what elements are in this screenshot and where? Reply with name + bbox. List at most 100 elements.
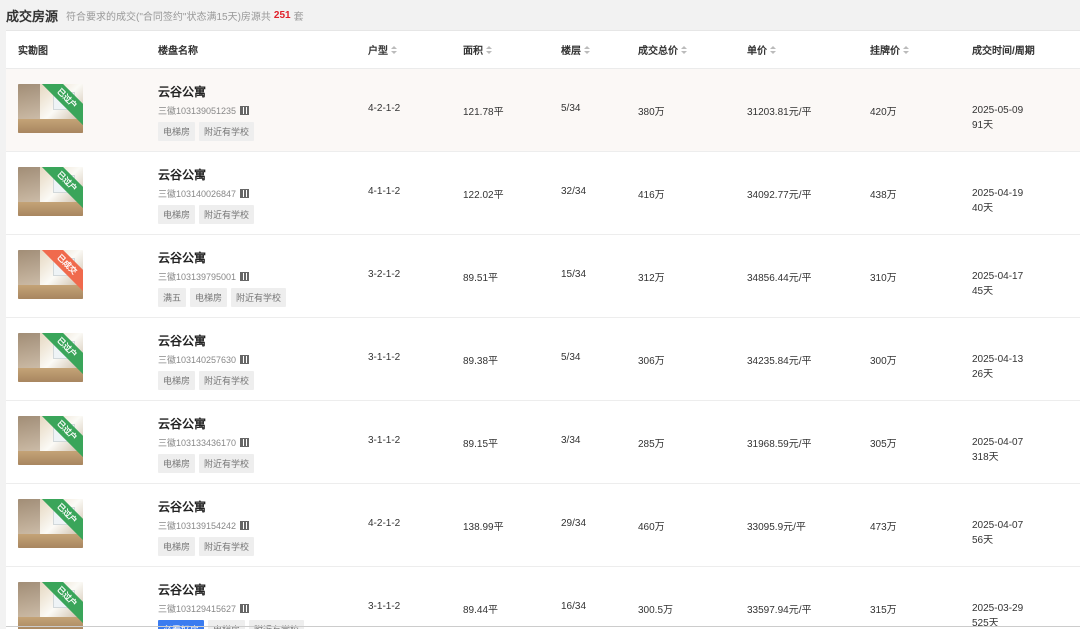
feature-tag: 电梯房 bbox=[158, 537, 196, 556]
property-code-text: 三徽103140026847 bbox=[158, 189, 237, 199]
list-price-value: 305万 bbox=[870, 439, 897, 450]
property-name[interactable]: 云谷公寓 bbox=[158, 498, 206, 515]
property-name[interactable]: 云谷公寓 bbox=[158, 581, 206, 598]
qrcode-icon[interactable] bbox=[240, 355, 250, 364]
property-code-text: 三徽103139795001 bbox=[158, 272, 237, 282]
qrcode-icon[interactable] bbox=[240, 438, 250, 447]
layout-value: 4-1-1-2 bbox=[368, 186, 401, 197]
total-price-value: 380万 bbox=[638, 107, 665, 118]
floor-value: 16/34 bbox=[561, 601, 587, 612]
property-code-text: 三徽103139051235 bbox=[158, 106, 237, 116]
sort-icon[interactable] bbox=[391, 46, 397, 55]
sort-icon[interactable] bbox=[770, 46, 776, 55]
col-area[interactable]: 面积 bbox=[463, 42, 492, 57]
area-value: 122.02平 bbox=[463, 190, 504, 201]
floor-value: 15/34 bbox=[561, 269, 587, 280]
tag-list: 电梯房 附近有学校 bbox=[158, 537, 255, 556]
result-unit: 套 bbox=[293, 11, 304, 23]
col-total[interactable]: 成交总价 bbox=[638, 42, 687, 57]
property-photo[interactable]: 已过户 bbox=[18, 499, 83, 548]
feature-tag: 电梯房 bbox=[158, 205, 196, 224]
property-name[interactable]: 云谷公寓 bbox=[158, 166, 206, 183]
col-floor[interactable]: 楼层 bbox=[561, 42, 590, 57]
deal-date: 2025-03-29 bbox=[972, 603, 1024, 614]
deal-date: 2025-05-09 bbox=[972, 105, 1024, 116]
sort-icon[interactable] bbox=[681, 46, 687, 55]
deal-time-value: 2025-04-07 56天 bbox=[972, 518, 1023, 548]
table-row[interactable]: 已成交 云谷公寓 三徽103139795001 满五 电梯房 附近有学校 3-2-1… bbox=[6, 235, 1080, 318]
feature-tag: 附近有学校 bbox=[199, 371, 255, 390]
unit-price-value: 31968.59元/平 bbox=[747, 439, 812, 450]
table-row[interactable]: 已过户 云谷公寓 三徽103133436170 电梯房 附近有学校 3-1-1-2… bbox=[6, 401, 1080, 484]
feature-tag: 附近有学校 bbox=[199, 537, 255, 556]
deal-date: 2025-04-17 bbox=[972, 271, 1024, 282]
deal-time-value: 2025-04-13 26天 bbox=[972, 352, 1023, 382]
feature-tag: 电梯房 bbox=[158, 122, 196, 141]
col-layout-label: 户型 bbox=[368, 46, 388, 57]
page-title: 成交房源 bbox=[6, 8, 59, 24]
deal-cycle: 525天 bbox=[972, 618, 999, 629]
property-photo[interactable]: 已过户 bbox=[18, 333, 83, 382]
unit-price-value: 34092.77元/平 bbox=[747, 190, 812, 201]
total-price-value: 285万 bbox=[638, 439, 665, 450]
property-photo[interactable]: 已成交 bbox=[18, 250, 83, 299]
col-name: 楼盘名称 bbox=[158, 46, 198, 57]
property-photo[interactable]: 已过户 bbox=[18, 167, 83, 216]
feature-tag: 附近有学校 bbox=[199, 122, 255, 141]
sort-icon[interactable] bbox=[903, 46, 909, 55]
result-count: 251 bbox=[273, 9, 291, 21]
tag-list: 必看好房电梯房附近有学校 bbox=[158, 620, 305, 629]
qrcode-icon[interactable] bbox=[240, 604, 250, 613]
layout-value: 3-1-1-2 bbox=[368, 601, 401, 612]
qrcode-icon[interactable] bbox=[240, 272, 250, 281]
property-name[interactable]: 云谷公寓 bbox=[158, 249, 206, 266]
divider bbox=[6, 626, 1080, 627]
table-row[interactable]: 已过户 云谷公寓 三徽103140026847 电梯房 附近有学校 4-1-1-2… bbox=[6, 152, 1080, 235]
property-name[interactable]: 云谷公寓 bbox=[158, 83, 206, 100]
table-row[interactable]: 已过户 云谷公寓 三徽103129415627 必看好房电梯房附近有学校 3-1… bbox=[6, 567, 1080, 629]
layout-value: 3-2-1-2 bbox=[368, 269, 401, 280]
total-price-value: 306万 bbox=[638, 356, 665, 367]
deal-time-value: 2025-04-19 40天 bbox=[972, 186, 1023, 216]
tag-list: 电梯房 附近有学校 bbox=[158, 122, 255, 141]
result-description: 符合要求的成交("合同签约"状态满15天)房源共 bbox=[66, 11, 271, 23]
floor-value: 29/34 bbox=[561, 518, 587, 529]
floor-value: 5/34 bbox=[561, 352, 581, 363]
col-unit-price[interactable]: 单价 bbox=[747, 42, 776, 57]
area-value: 121.78平 bbox=[463, 107, 504, 118]
page-header: 成交房源 符合要求的成交("合同签约"状态满15天)房源共 251 套 bbox=[0, 0, 1080, 30]
table-row[interactable]: 已过户 云谷公寓 三徽103139051235 电梯房 附近有学校 4-2-1-2… bbox=[6, 69, 1080, 152]
col-total-label: 成交总价 bbox=[638, 46, 678, 57]
col-layout[interactable]: 户型 bbox=[368, 42, 397, 57]
qrcode-icon[interactable] bbox=[240, 521, 250, 530]
table-row[interactable]: 已过户 云谷公寓 三徽103139154242 电梯房 附近有学校 4-2-1-2… bbox=[6, 484, 1080, 567]
property-code-text: 三徽103129415627 bbox=[158, 604, 237, 614]
deal-time-value: 2025-03-29 525天 bbox=[972, 601, 1023, 629]
deal-cycle: 318天 bbox=[972, 452, 999, 463]
property-photo[interactable]: 已过户 bbox=[18, 416, 83, 465]
table-row[interactable]: 已过户 云谷公寓 三徽103140257630 电梯房 附近有学校 3-1-1-2… bbox=[6, 318, 1080, 401]
property-name[interactable]: 云谷公寓 bbox=[158, 332, 206, 349]
property-code: 三徽103139051235 bbox=[158, 104, 250, 117]
property-photo[interactable]: 已过户 bbox=[18, 84, 83, 133]
property-name[interactable]: 云谷公寓 bbox=[158, 415, 206, 432]
property-code-text: 三徽103140257630 bbox=[158, 355, 237, 365]
property-code: 三徽103140257630 bbox=[158, 353, 250, 366]
property-code: 三徽103139795001 bbox=[158, 270, 250, 283]
sort-icon[interactable] bbox=[486, 46, 492, 55]
deal-date: 2025-04-13 bbox=[972, 354, 1024, 365]
tag-list: 电梯房 附近有学校 bbox=[158, 205, 255, 224]
qrcode-icon[interactable] bbox=[240, 106, 250, 115]
col-area-label: 面积 bbox=[463, 46, 483, 57]
sort-icon[interactable] bbox=[584, 46, 590, 55]
feature-tag: 必看好房 bbox=[158, 620, 205, 629]
qrcode-icon[interactable] bbox=[240, 189, 250, 198]
col-list-price[interactable]: 挂牌价 bbox=[870, 42, 909, 57]
list-price-value: 310万 bbox=[870, 273, 897, 284]
floor-value: 32/34 bbox=[561, 186, 587, 197]
feature-tag: 附近有学校 bbox=[199, 205, 255, 224]
feature-tag: 满五 bbox=[158, 288, 187, 307]
list-price-value: 420万 bbox=[870, 107, 897, 118]
deal-time-value: 2025-04-07 318天 bbox=[972, 435, 1023, 465]
property-photo[interactable]: 已过户 bbox=[18, 582, 83, 629]
